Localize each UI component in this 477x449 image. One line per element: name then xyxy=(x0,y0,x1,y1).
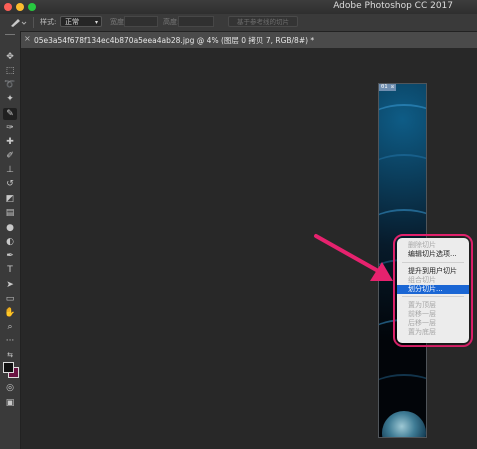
healing-icon[interactable]: ✚ xyxy=(3,136,17,148)
blur-icon[interactable]: ● xyxy=(3,222,17,234)
tools-panel: ✥ ⬚ ➰ ✦ ✎ ✑ ✚ ✐ ⊥ ↺ ◩ ▤ ● ◐ ✒ T ➤ ▭ ✋ ⌕ ··· ⇆ ◎ ▣ xyxy=(0,31,21,449)
menu-item[interactable]: 提升到用户切片 xyxy=(397,267,469,276)
menu-item: 置为顶层 xyxy=(408,301,436,309)
menu-item[interactable]: 编辑切片选项... xyxy=(397,250,469,259)
slice-icon[interactable]: ✎ xyxy=(3,108,17,120)
slice-context-menu: 删除切片 编辑切片选项... 提升到用户切片 组合切片 划分切片... 置为顶层 前移一层后… xyxy=(397,238,469,343)
path-select-icon[interactable]: ➤ xyxy=(3,279,17,291)
menu-separator xyxy=(402,262,464,263)
style-value: 正常 xyxy=(65,18,79,26)
app-title: Adobe Photoshop CC 2017 xyxy=(333,1,453,11)
slice-tool-preset-icon[interactable] xyxy=(9,17,27,28)
history-brush-icon[interactable]: ↺ xyxy=(3,178,17,190)
style-label: 样式: xyxy=(40,18,57,26)
zoom-window-button[interactable] xyxy=(28,3,36,11)
chevron-down-icon: ▾ xyxy=(94,19,98,26)
slice-number-badge: 01 ☒ xyxy=(379,84,397,91)
menu-item[interactable]: 划分切片... xyxy=(397,285,469,294)
planet-graphic xyxy=(382,411,426,437)
move-icon[interactable]: ✥ xyxy=(3,51,17,63)
panel-grip[interactable] xyxy=(5,34,15,35)
zoom-icon[interactable]: ⌕ xyxy=(3,321,17,333)
pen-icon[interactable]: ✒ xyxy=(3,250,17,262)
height-label: 高度: xyxy=(163,18,180,26)
menu-item: 前移一层 xyxy=(408,310,436,318)
document-tab[interactable]: × 05e3a54f678f134ec4b870a5eea4ab28.jpg @… xyxy=(20,32,477,48)
options-bar: 样式: 正常 ▾ 宽度: 高度: 基于参考线的切片 xyxy=(0,14,477,32)
slices-from-guides-button[interactable]: 基于参考线的切片 xyxy=(228,16,298,27)
marquee-icon[interactable]: ⬚ xyxy=(3,65,17,77)
menu-item: 后移一层 xyxy=(408,319,436,327)
menu-item: 置为底层 xyxy=(408,328,436,336)
menu-item: 删除切片 xyxy=(408,241,436,249)
menu-separator xyxy=(402,296,464,297)
style-select[interactable]: 正常 ▾ xyxy=(60,16,102,27)
swap-colors-icon[interactable]: ⇆ xyxy=(3,349,17,361)
magic-wand-icon[interactable]: ✦ xyxy=(3,93,17,105)
tab-close-icon[interactable]: × xyxy=(24,34,31,43)
divider xyxy=(33,17,34,28)
hand-icon[interactable]: ✋ xyxy=(3,307,17,319)
brush-icon[interactable]: ✐ xyxy=(3,150,17,162)
eraser-icon[interactable]: ◩ xyxy=(3,193,17,205)
tab-title: 05e3a54f678f134ec4b870a5eea4ab28.jpg @ 4… xyxy=(34,36,315,45)
minimize-window-button[interactable] xyxy=(16,3,24,11)
gradient-icon[interactable]: ▤ xyxy=(3,207,17,219)
eyedropper-icon[interactable]: ✑ xyxy=(3,122,17,134)
foreground-color-swatch[interactable] xyxy=(3,362,14,373)
more-tools-icon[interactable]: ··· xyxy=(3,335,17,347)
width-field[interactable] xyxy=(124,16,158,27)
stamp-icon[interactable]: ⊥ xyxy=(3,164,17,176)
quick-mask-icon[interactable]: ◎ xyxy=(3,382,17,394)
dodge-icon[interactable]: ◐ xyxy=(3,236,17,248)
menu-item: 组合切片 xyxy=(408,276,436,284)
close-window-button[interactable] xyxy=(4,3,12,11)
title-bar: Adobe Photoshop CC 2017 xyxy=(0,0,477,14)
screen-mode-icon[interactable]: ▣ xyxy=(3,397,17,409)
type-icon[interactable]: T xyxy=(3,264,17,276)
height-field[interactable] xyxy=(178,16,214,27)
lasso-icon[interactable]: ➰ xyxy=(3,79,17,91)
shape-icon[interactable]: ▭ xyxy=(3,293,17,305)
